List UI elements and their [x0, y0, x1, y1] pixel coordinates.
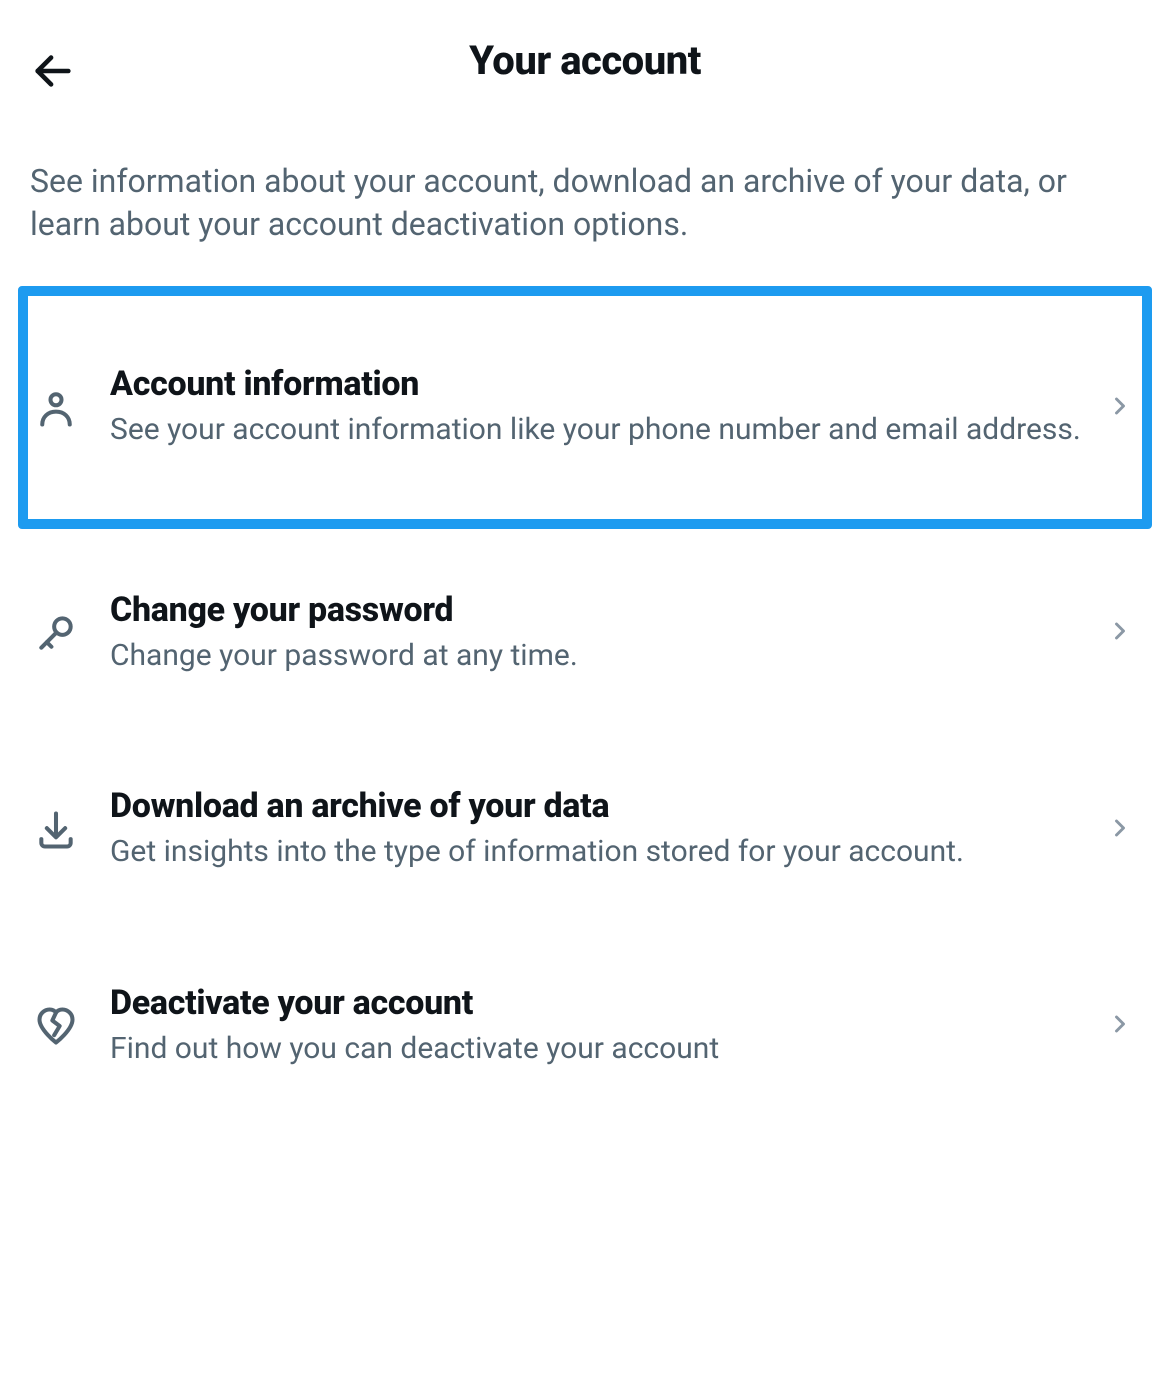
back-button[interactable]: [30, 48, 76, 98]
settings-list: Account information See your account inf…: [0, 286, 1170, 1124]
list-item-account-information[interactable]: Account information See your account inf…: [18, 286, 1152, 529]
chevron-right-icon: [1106, 392, 1134, 424]
item-subtitle: Find out how you can deactivate your acc…: [110, 1029, 1086, 1070]
page-title: Your account: [30, 37, 1140, 84]
page-description: See information about your account, down…: [0, 110, 1170, 286]
item-subtitle: Get insights into the type of informatio…: [110, 832, 1086, 873]
list-item-change-password[interactable]: Change your password Change your passwor…: [18, 535, 1152, 732]
item-title: Change your password: [110, 590, 1086, 630]
heart-broken-icon: [32, 1004, 110, 1048]
chevron-right-icon: [1106, 1010, 1134, 1042]
download-icon: [32, 808, 110, 852]
key-icon: [32, 611, 110, 655]
item-title: Account information: [110, 364, 1086, 404]
list-item-deactivate-account[interactable]: Deactivate your account Find out how you…: [18, 928, 1152, 1125]
item-subtitle: See your account information like your p…: [110, 410, 1086, 451]
item-title: Download an archive of your data: [110, 786, 1086, 826]
chevron-right-icon: [1106, 617, 1134, 649]
item-subtitle: Change your password at any time.: [110, 636, 1086, 677]
item-title: Deactivate your account: [110, 983, 1086, 1023]
arrow-left-icon: [30, 48, 76, 94]
chevron-right-icon: [1106, 814, 1134, 846]
person-icon: [32, 386, 110, 430]
list-item-download-archive[interactable]: Download an archive of your data Get ins…: [18, 731, 1152, 928]
